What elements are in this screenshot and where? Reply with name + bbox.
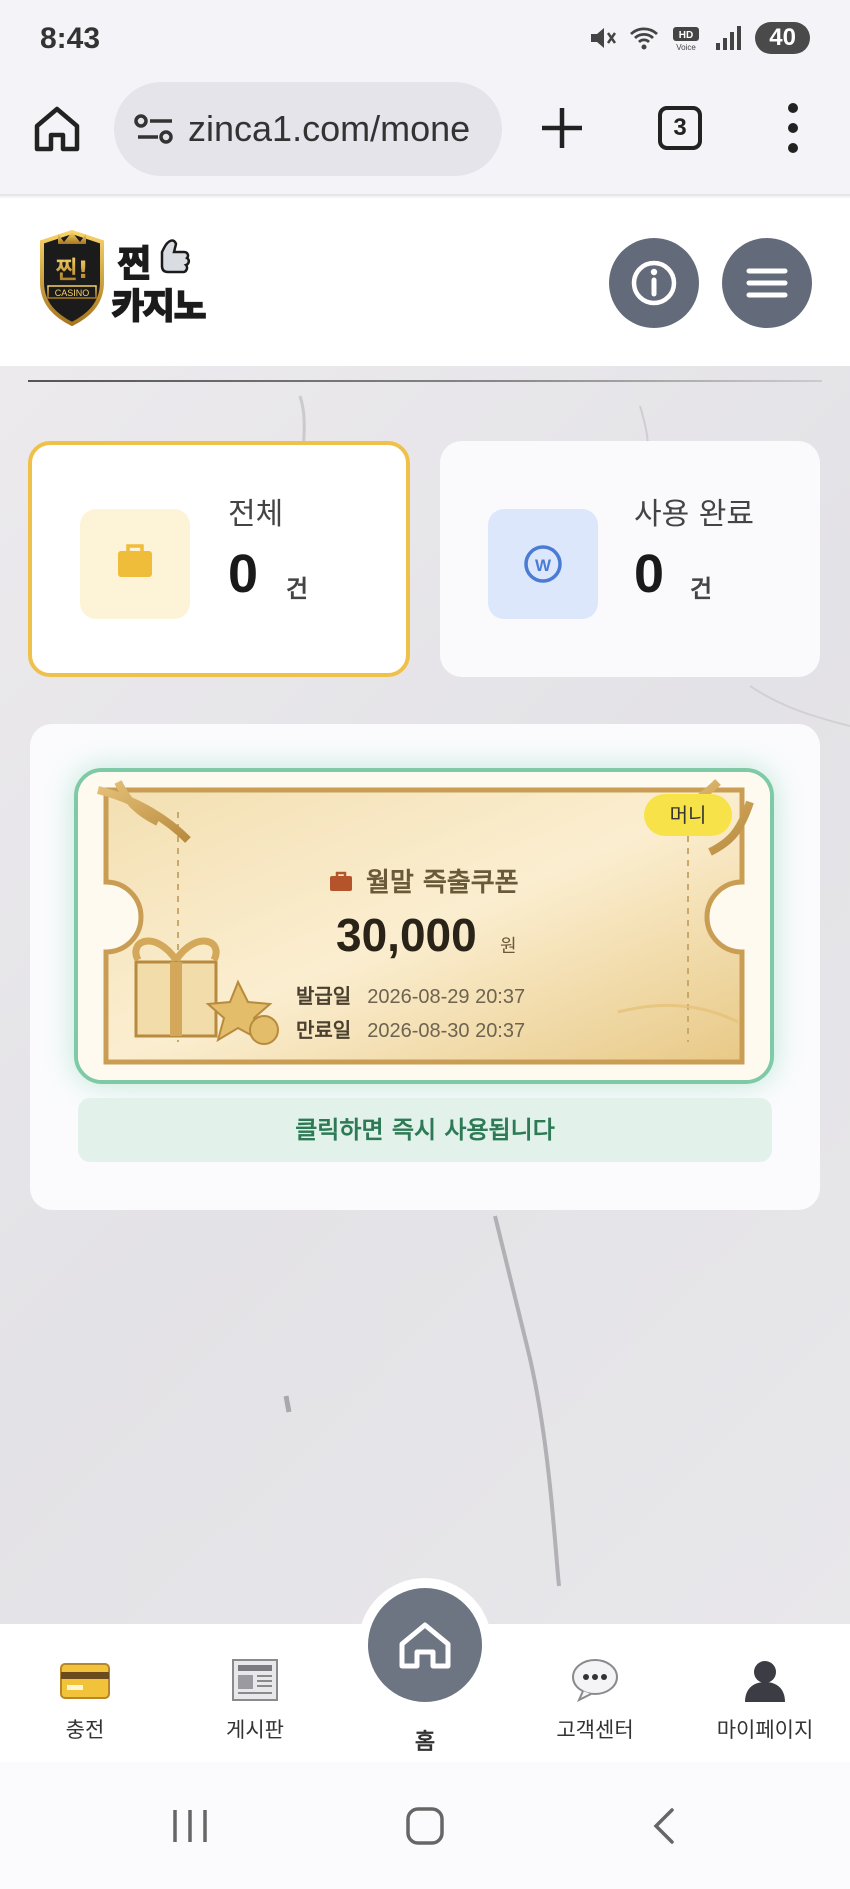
stat-icon-box <box>80 509 190 619</box>
won-coin-icon: W <box>524 545 562 583</box>
briefcase-icon <box>330 871 352 891</box>
coupon-amount: 30,000 <box>336 909 477 961</box>
recent-apps-icon[interactable] <box>170 1806 210 1846</box>
status-time: 8:43 <box>40 22 101 55</box>
nav-label: 게시판 <box>226 1718 284 1742</box>
speech-bubble-icon <box>572 1659 618 1702</box>
url-text[interactable]: zinca1.com/mone <box>188 108 470 150</box>
coupon-currency: 원 <box>500 936 517 957</box>
nav-label: 마이페이지 <box>716 1718 814 1742</box>
svg-text:찐: 찐 <box>118 244 151 285</box>
svg-text:CASINO: CASINO <box>55 288 90 298</box>
browser-home-icon[interactable] <box>30 102 84 156</box>
stat-icon-box: W <box>488 509 598 619</box>
svg-text:W: W <box>535 556 552 575</box>
nav-board[interactable]: 게시판 <box>185 1658 325 1758</box>
mute-icon <box>591 28 617 48</box>
coupon-issue-row: 발급일 2026-08-29 20:37 <box>296 980 525 1009</box>
site-logo[interactable]: 찐! CASINO 찐 카지노 <box>36 228 236 328</box>
browser-toolbar: zinca1.com/mone 3 <box>0 78 850 196</box>
hd-voice-icon: HD Voice <box>673 27 700 52</box>
hamburger-icon <box>746 268 788 298</box>
coupon-title: 월말 즉출쿠폰 <box>366 868 519 898</box>
svg-text:카지노: 카지노 <box>112 287 206 327</box>
nav-label-home: 홈 <box>414 1730 436 1755</box>
info-icon <box>631 260 677 306</box>
stat-card-used[interactable]: W 사용 완료 0 건 <box>440 441 820 677</box>
status-bar: 8:43 HD Voice 40 <box>0 0 850 78</box>
coupon-card[interactable]: 머니 월말 즉출쿠폰 30,000 원 발급일 2026-08-29 20:37 … <box>74 768 774 1084</box>
menu-button[interactable] <box>722 238 812 328</box>
svg-text:Voice: Voice <box>677 43 697 52</box>
home-icon <box>399 1622 451 1669</box>
stat-unit: 건 <box>286 575 309 603</box>
nav-mypage[interactable]: 마이페이지 <box>695 1658 835 1758</box>
coupon-title-row: 월말 즉출쿠폰 <box>328 862 519 899</box>
use-coupon-hint[interactable]: 클릭하면 즉시 사용됩니다 <box>78 1098 772 1162</box>
stat-value: 0 <box>228 544 259 604</box>
stat-value: 0 <box>634 544 665 604</box>
stat-label: 사용 완료 <box>634 497 754 532</box>
credit-card-icon <box>60 1663 110 1699</box>
battery-indicator: 40 <box>755 22 810 54</box>
status-icons: HD Voice 40 <box>587 22 810 54</box>
coupon-list-panel: 머니 월말 즉출쿠폰 30,000 원 발급일 2026-08-29 20:37 … <box>30 724 820 1210</box>
signal-icon <box>716 26 742 50</box>
expire-date: 2026-08-30 20:37 <box>367 1020 526 1042</box>
site-settings-icon[interactable] <box>134 112 176 146</box>
svg-text:찐!: 찐! <box>55 256 88 284</box>
tab-switcher-button[interactable]: 3 <box>658 106 702 150</box>
briefcase-icon <box>118 544 152 577</box>
coupon-type-badge: 머니 <box>644 794 732 836</box>
issue-date: 2026-08-29 20:37 <box>367 986 526 1008</box>
newspaper-icon <box>232 1659 278 1701</box>
stat-label: 전체 <box>228 497 284 532</box>
wifi-icon <box>630 27 659 50</box>
home-button-inner <box>368 1588 482 1702</box>
address-bar[interactable]: zinca1.com/mone <box>114 82 502 176</box>
nav-label: 고객센터 <box>556 1718 634 1742</box>
stat-card-all[interactable]: 전체 0 건 <box>28 441 410 677</box>
system-navigation-bar <box>0 1762 850 1889</box>
site-header: 찐! CASINO 찐 카지노 <box>0 198 850 366</box>
back-icon[interactable] <box>646 1806 686 1846</box>
issue-label: 발급일 <box>296 984 352 1008</box>
expire-label: 만료일 <box>296 1018 352 1042</box>
stat-unit: 건 <box>690 575 713 603</box>
home-button[interactable] <box>358 1578 492 1712</box>
new-tab-icon[interactable] <box>536 102 588 154</box>
nav-label: 충전 <box>65 1718 105 1742</box>
user-icon <box>745 1661 785 1702</box>
system-home-icon[interactable] <box>405 1806 445 1846</box>
nav-charge[interactable]: 충전 <box>15 1658 155 1758</box>
browser-menu-icon[interactable] <box>778 100 808 156</box>
coupon-expire-row: 만료일 2026-08-30 20:37 <box>296 1014 525 1043</box>
coupon-page-content: 전체 0 건 W 사용 완료 0 건 머니 월말 즉출쿠폰 30,000 원 발… <box>0 366 850 1624</box>
section-divider <box>28 380 822 382</box>
nav-support[interactable]: 고객센터 <box>525 1658 665 1758</box>
info-button[interactable] <box>609 238 699 328</box>
svg-text:HD: HD <box>679 30 693 41</box>
